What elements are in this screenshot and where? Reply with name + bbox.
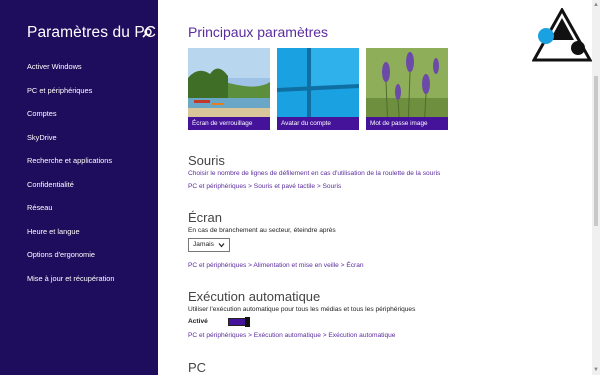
tile-caption: Avatar du compte [277,117,359,130]
sidebar-item-reseau[interactable]: Réseau [27,201,115,225]
autoplay-label: Utiliser l'exécution automatique pour to… [188,306,416,313]
sidebar-item-mise-a-jour[interactable]: Mise à jour et récupération [27,272,115,296]
watermark-logo-icon [532,8,592,62]
power-settings-path-link[interactable]: PC et périphériques > Alimentation et mi… [188,262,364,269]
scrollbar[interactable]: ▲ ▼ [592,0,600,375]
lock-screen-tile[interactable]: Écran de verrouillage [188,48,270,130]
sidebar-item-recherche[interactable]: Recherche et applications [27,154,115,178]
sidebar-item-skydrive[interactable]: SkyDrive [27,131,115,155]
section-heading-pc: PC [188,360,207,375]
search-icon[interactable] [141,27,153,39]
sidebar-item-comptes[interactable]: Comptes [27,107,115,131]
autoplay-toggle-label: Activé [188,318,208,325]
sidebar-nav: Activer Windows PC et périphériques Comp… [27,60,115,295]
section-heading-ecran: Écran [188,210,222,225]
section-heading-execution: Exécution automatique [188,289,321,304]
mouse-settings-path-link[interactable]: PC et périphériques > Souris et pavé tac… [188,183,341,190]
page-title: Principaux paramètres [188,24,329,40]
autoplay-path-link[interactable]: PC et périphériques > Exécution automati… [188,332,395,339]
chevron-down-icon [218,243,225,248]
tile-caption: Écran de verrouillage [188,117,270,130]
autoplay-toggle[interactable] [228,317,250,327]
sidebar-item-activer-windows[interactable]: Activer Windows [27,60,115,84]
tile-caption: Mot de passe image [366,117,448,130]
sidebar-item-confidentialite[interactable]: Confidentialité [27,178,115,202]
sidebar: Paramètres du PC Activer Windows PC et p… [0,0,158,375]
scroll-down-icon[interactable]: ▼ [593,367,599,373]
picture-password-tile[interactable]: Mot de passe image [366,48,448,130]
screen-off-value: Jamais [193,241,214,248]
toggle-knob [245,317,250,327]
account-avatar-tile[interactable]: Avatar du compte [277,48,359,130]
section-heading-souris: Souris [188,153,225,168]
screen-off-select[interactable]: Jamais [188,238,230,252]
screen-off-label: En cas de branchement au secteur, éteind… [188,227,336,234]
sidebar-title: Paramètres du PC [27,24,157,41]
sidebar-item-heure-langue[interactable]: Heure et langue [27,225,115,249]
sidebar-item-ergonomie[interactable]: Options d'ergonomie [27,248,115,272]
scroll-up-icon[interactable]: ▲ [593,2,599,8]
sidebar-item-pc-peripheriques[interactable]: PC et périphériques [27,84,115,108]
scroll-thumb[interactable] [594,76,598,226]
mouse-scroll-link[interactable]: Choisir le nombre de lignes de défilemen… [188,170,440,177]
